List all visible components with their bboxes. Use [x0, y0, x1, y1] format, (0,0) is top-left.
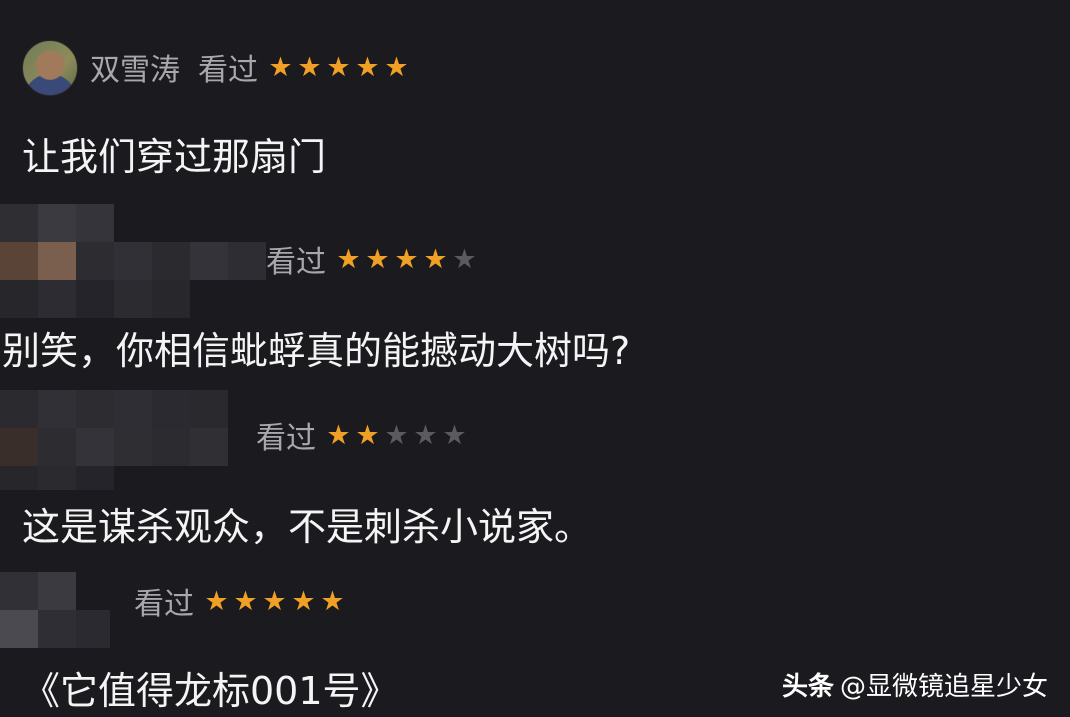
avatar[interactable] — [22, 40, 78, 96]
star-filled-icon: ★ — [233, 585, 258, 617]
review-header: 双雪涛 看过 ★ ★ ★ ★ ★ — [90, 46, 411, 88]
mosaic-cell — [38, 428, 76, 466]
star-empty-icon: ★ — [413, 419, 438, 451]
review-header: 看过 ★ ★ ★ ★ ★ — [266, 238, 479, 280]
rating-stars: ★ ★ ★ ★ ★ — [266, 54, 411, 81]
mosaic-cell — [0, 466, 38, 490]
pixelated-avatar — [0, 204, 290, 322]
watched-label: 看过 — [256, 421, 316, 456]
mosaic-cell — [0, 572, 38, 610]
star-empty-icon: ★ — [442, 419, 467, 451]
watched-label: 看过 — [134, 587, 194, 622]
star-filled-icon: ★ — [394, 243, 419, 275]
mosaic-cell — [114, 428, 152, 466]
star-filled-icon: ★ — [204, 585, 229, 617]
mosaic-cell — [0, 390, 38, 428]
star-filled-icon: ★ — [384, 51, 409, 83]
review-header: 看过 ★ ★ ★ ★ ★ — [134, 580, 347, 622]
star-filled-icon: ★ — [355, 419, 380, 451]
mosaic-cell — [38, 466, 76, 490]
star-empty-icon: ★ — [384, 419, 409, 451]
review-comment: 《它值得龙标001号》 — [22, 669, 399, 713]
mosaic-cell — [114, 242, 152, 280]
mosaic-cell — [76, 428, 114, 466]
mosaic-cell — [0, 204, 38, 242]
watermark-handle: @显微镜追星少女 — [839, 672, 1048, 702]
star-empty-icon: ★ — [452, 243, 477, 275]
star-filled-icon: ★ — [297, 51, 322, 83]
watched-label: 看过 — [198, 53, 258, 88]
pixelated-avatar — [0, 572, 110, 654]
mosaic-cell — [38, 204, 76, 242]
mosaic-cell — [114, 390, 152, 428]
star-filled-icon: ★ — [423, 243, 448, 275]
rating-stars: ★ ★ ★ ★ ★ — [334, 246, 479, 273]
star-filled-icon: ★ — [320, 585, 345, 617]
star-filled-icon: ★ — [268, 51, 293, 83]
mosaic-cell — [0, 428, 38, 466]
mosaic-cell — [190, 428, 228, 466]
mosaic-cell — [152, 280, 190, 318]
review-item: 看过 ★ ★ ★ ★ ★ 这是谋杀观众，不是刺杀小说家。 — [0, 390, 1070, 560]
mosaic-cell — [38, 280, 76, 318]
mosaic-cell — [228, 242, 266, 280]
pixelated-avatar — [0, 390, 270, 490]
star-filled-icon: ★ — [262, 585, 287, 617]
mosaic-cell — [38, 572, 76, 610]
mosaic-cell — [76, 390, 114, 428]
star-filled-icon: ★ — [355, 51, 380, 83]
review-item: 看过 ★ ★ ★ ★ ★ 别笑，你相信蚍蜉真的能撼动大树吗? — [0, 190, 1070, 390]
mosaic-cell — [0, 242, 38, 280]
mosaic-cell — [152, 242, 190, 280]
star-filled-icon: ★ — [291, 585, 316, 617]
watermark: 头条 @显微镜追星少女 — [782, 666, 1048, 703]
watched-label: 看过 — [266, 245, 326, 280]
mosaic-cell — [38, 242, 76, 280]
mosaic-cell — [76, 242, 114, 280]
username[interactable]: 双雪涛 — [90, 45, 180, 89]
mosaic-cell — [152, 390, 190, 428]
review-comment: 别笑，你相信蚍蜉真的能撼动大树吗? — [2, 329, 631, 373]
review-header: 看过 ★ ★ ★ ★ ★ — [256, 414, 469, 456]
mosaic-cell — [0, 610, 38, 648]
rating-stars: ★ ★ ★ ★ ★ — [324, 422, 469, 449]
mosaic-cell — [76, 204, 114, 242]
star-filled-icon: ★ — [326, 419, 351, 451]
star-filled-icon: ★ — [326, 51, 351, 83]
mosaic-cell — [38, 610, 76, 648]
mosaic-cell — [76, 466, 114, 490]
mosaic-cell — [76, 610, 110, 648]
mosaic-cell — [38, 390, 76, 428]
watermark-brand: 头条 — [781, 672, 834, 702]
star-filled-icon: ★ — [365, 243, 390, 275]
rating-stars: ★ ★ ★ ★ ★ — [202, 588, 347, 615]
mosaic-cell — [0, 280, 38, 318]
star-filled-icon: ★ — [336, 243, 361, 275]
mosaic-cell — [152, 428, 190, 466]
mosaic-cell — [76, 280, 114, 318]
review-item: 双雪涛 看过 ★ ★ ★ ★ ★ 让我们穿过那扇门 — [0, 0, 1070, 190]
review-comment: 这是谋杀观众，不是刺杀小说家。 — [22, 505, 593, 549]
mosaic-cell — [190, 242, 228, 280]
mosaic-cell — [190, 390, 228, 428]
mosaic-cell — [114, 280, 152, 318]
review-comment: 让我们穿过那扇门 — [22, 135, 327, 179]
